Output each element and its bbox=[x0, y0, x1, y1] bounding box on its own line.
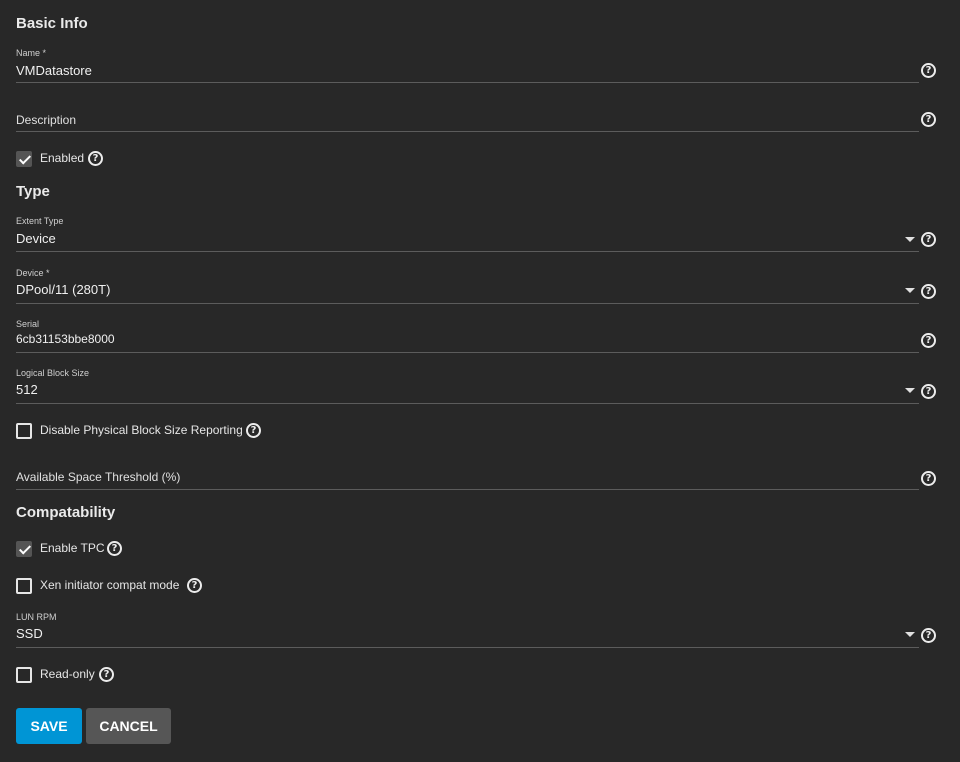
lun-rpm-label: LUN RPM bbox=[16, 612, 57, 622]
extent-type-dropdown-arrow-icon[interactable] bbox=[905, 237, 915, 242]
xen-compat-label: Xen initiator compat mode bbox=[40, 578, 180, 592]
name-input-value[interactable]: VMDatastore bbox=[16, 63, 92, 78]
xen-compat-help-icon[interactable]: ? bbox=[187, 578, 202, 593]
description-help-icon[interactable]: ? bbox=[921, 112, 936, 127]
extent-type-label: Extent Type bbox=[16, 216, 64, 226]
disable-pbs-label: Disable Physical Block Size Reporting bbox=[40, 423, 243, 437]
logical-block-size-label: Logical Block Size bbox=[16, 368, 90, 378]
available-space-threshold-field[interactable]: Available Space Threshold (%) bbox=[16, 468, 919, 490]
device-value: DPool/11 (280T) bbox=[16, 282, 111, 297]
enable-tpc-checkbox-row[interactable]: Enable TPC bbox=[16, 540, 116, 558]
device-label: Device * bbox=[16, 268, 50, 278]
device-dropdown-arrow-icon[interactable] bbox=[905, 288, 915, 293]
available-space-threshold-placeholder: Available Space Threshold (%) bbox=[16, 470, 181, 484]
name-field[interactable]: Name * VMDatastore bbox=[16, 46, 919, 83]
logical-block-size-value: 512 bbox=[16, 382, 38, 397]
available-space-threshold-help-icon[interactable]: ? bbox=[921, 471, 936, 486]
read-only-checkbox[interactable] bbox=[16, 667, 32, 683]
logical-block-size-select[interactable]: Logical Block Size 512 bbox=[16, 366, 919, 404]
read-only-help-icon[interactable]: ? bbox=[99, 667, 114, 682]
logical-block-size-help-icon[interactable]: ? bbox=[921, 384, 936, 399]
xen-compat-checkbox[interactable] bbox=[16, 578, 32, 594]
enabled-checkbox[interactable] bbox=[16, 151, 32, 167]
disable-pbs-help-icon[interactable]: ? bbox=[246, 423, 261, 438]
serial-field[interactable]: Serial 6cb31153bbe8000 bbox=[16, 317, 919, 353]
section-title-compatability: Compatability bbox=[16, 504, 116, 521]
enable-tpc-label: Enable TPC bbox=[40, 541, 105, 555]
read-only-checkbox-row[interactable]: Read-only bbox=[16, 666, 106, 684]
read-only-label: Read-only bbox=[40, 667, 95, 681]
extent-type-value: Device bbox=[16, 231, 56, 246]
description-placeholder: Description bbox=[16, 113, 77, 127]
description-field[interactable]: Description bbox=[16, 110, 919, 132]
disable-pbs-checkbox-row[interactable]: Disable Physical Block Size Reporting bbox=[16, 422, 246, 440]
section-title-type: Type bbox=[16, 183, 50, 200]
lun-rpm-dropdown-arrow-icon[interactable] bbox=[905, 632, 915, 637]
xen-compat-checkbox-row[interactable]: Xen initiator compat mode bbox=[16, 577, 196, 595]
logical-block-size-dropdown-arrow-icon[interactable] bbox=[905, 388, 915, 393]
disable-pbs-checkbox[interactable] bbox=[16, 423, 32, 439]
enabled-help-icon[interactable]: ? bbox=[88, 151, 103, 166]
enabled-label: Enabled bbox=[40, 151, 85, 165]
name-help-icon[interactable]: ? bbox=[921, 63, 936, 78]
device-help-icon[interactable]: ? bbox=[921, 284, 936, 299]
device-select[interactable]: Device * DPool/11 (280T) bbox=[16, 266, 919, 304]
serial-help-icon[interactable]: ? bbox=[921, 333, 936, 348]
serial-input-value[interactable]: 6cb31153bbe8000 bbox=[16, 332, 115, 346]
save-button[interactable]: SAVE bbox=[16, 708, 82, 744]
lun-rpm-value: SSD bbox=[16, 626, 43, 641]
serial-label: Serial bbox=[16, 319, 40, 329]
cancel-button[interactable]: CANCEL bbox=[86, 708, 171, 744]
lun-rpm-help-icon[interactable]: ? bbox=[921, 628, 936, 643]
enable-tpc-help-icon[interactable]: ? bbox=[107, 541, 122, 556]
extent-type-help-icon[interactable]: ? bbox=[921, 232, 936, 247]
lun-rpm-select[interactable]: LUN RPM SSD bbox=[16, 610, 919, 648]
extent-type-select[interactable]: Extent Type Device bbox=[16, 214, 919, 252]
name-label: Name * bbox=[16, 48, 47, 58]
enable-tpc-checkbox[interactable] bbox=[16, 541, 32, 557]
section-title-basic-info: Basic Info bbox=[16, 15, 88, 32]
